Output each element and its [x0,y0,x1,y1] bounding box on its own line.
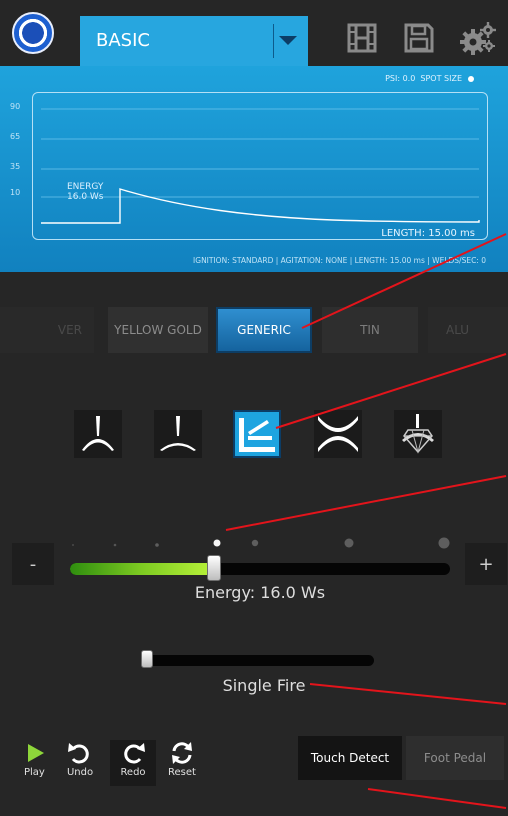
reset-button[interactable]: Reset [160,740,204,786]
chevron-down-icon[interactable] [279,36,297,45]
metal-label: TIN [360,323,380,337]
energy-readout: Energy: 16.0 Ws [194,583,326,602]
metal-label: VER [57,323,82,337]
energy-decrease-button[interactable]: - [12,543,54,585]
film-icon[interactable] [346,22,378,54]
save-icon[interactable] [403,22,435,54]
minus-label: - [29,553,37,575]
metal-label: YELLOW GOLD [114,323,202,337]
redo-label: Redo [120,767,146,778]
pulse-shape-convex-icon[interactable] [74,410,122,458]
energy-title: ENERGY [67,182,104,192]
energy-slider-thumb[interactable] [207,555,222,581]
psi-value: PSI: 0.0 [385,74,416,83]
settings-summary: IGNITION: STANDARD | AGITATION: NONE | L… [193,256,486,265]
metal-option[interactable]: VER [0,307,94,353]
pulse-shape-peak-icon[interactable] [154,410,202,458]
energy-increase-button[interactable]: + [465,543,507,585]
settings-gears-icon[interactable] [460,22,496,55]
touch-detect-button[interactable]: Touch Detect [298,736,402,780]
energy-graph-panel: PSI: 0.0 SPOT SIZE 90 65 35 10 ENERGY 16… [0,66,508,272]
play-icon [28,744,44,762]
app-header: BASIC [0,0,508,66]
fire-mode-label: Single Fire [222,676,306,695]
metal-option[interactable]: YELLOW GOLD [108,307,208,353]
foot-pedal-label: Foot Pedal [423,751,487,765]
pulse-shape-concave-icon[interactable] [314,410,362,458]
energy-value: 16.0 Ws [67,192,104,202]
play-label: Play [24,767,45,778]
y-tick-label: 65 [10,132,21,141]
pulse-shape-gem-icon[interactable] [394,410,442,458]
mode-label: BASIC [96,30,150,51]
play-button[interactable]: Play [16,740,60,786]
mode-divider [273,24,274,58]
length-readout: LENGTH: 15.00 ms [381,228,475,239]
undo-label: Undo [66,767,94,778]
spot-size-dot-icon[interactable] [468,76,474,82]
metal-label: ALU [446,323,470,337]
reset-label: Reset [168,767,196,778]
y-tick-label: 35 [10,162,21,171]
metal-option[interactable]: TIN [322,307,418,353]
pulse-graph: ENERGY 16.0 Ws LENGTH: 15.00 ms [32,92,488,240]
fire-mode-slider-thumb[interactable] [141,650,153,668]
undo-button[interactable]: Undo [58,740,102,786]
pulse-shape-corner-icon[interactable] [233,410,281,458]
metal-option[interactable]: ALU [428,307,508,353]
psi-spot-readout: PSI: 0.0 SPOT SIZE [385,74,462,83]
metal-label: GENERIC [237,323,291,337]
metal-option-selected[interactable]: GENERIC [216,307,312,353]
foot-pedal-button[interactable]: Foot Pedal [406,736,504,780]
undo-icon [68,743,89,764]
annotation-line-touch-detect [367,788,507,809]
reset-icon [172,742,192,764]
energy-scale-dots [72,537,450,549]
mode-selector[interactable]: BASIC [80,16,308,66]
energy-slider-fill [70,563,215,575]
touch-detect-label: Touch Detect [310,751,390,765]
y-tick-label: 10 [10,188,21,197]
app-logo-icon[interactable] [12,12,54,54]
y-tick-label: 90 [10,102,21,111]
annotation-line-energy [225,475,507,531]
energy-slider-track[interactable] [70,563,450,575]
redo-icon [124,743,145,764]
plus-label: + [478,553,494,575]
annotation-line-shape [275,353,507,429]
spot-size-label: SPOT SIZE [420,74,462,83]
fire-mode-slider-track[interactable] [144,655,374,666]
redo-button[interactable]: Redo [110,740,156,786]
